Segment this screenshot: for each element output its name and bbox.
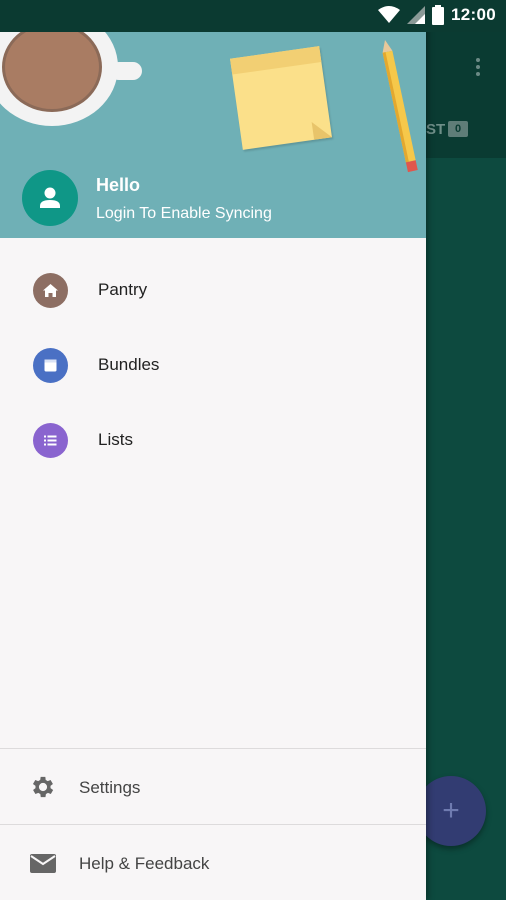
- nav-item-label: Pantry: [98, 280, 148, 299]
- divider: [0, 748, 426, 749]
- signal-icon: [407, 6, 426, 24]
- pencil-illustration: [380, 38, 418, 174]
- drawer-header[interactable]: Hello Login To Enable Syncing: [0, 0, 426, 238]
- background-tab-count: 0: [448, 121, 468, 137]
- settings-item[interactable]: Settings: [0, 757, 426, 817]
- nav-item-pantry[interactable]: Pantry: [0, 254, 426, 326]
- bundle-icon: [33, 348, 68, 383]
- wifi-icon: [378, 6, 401, 23]
- greeting-title: Hello: [96, 175, 141, 195]
- avatar[interactable]: [22, 170, 78, 226]
- nav-item-lists[interactable]: Lists: [0, 404, 426, 476]
- home-icon: [33, 273, 68, 308]
- add-fab-button[interactable]: +: [416, 776, 486, 846]
- sticky-note-illustration: [230, 46, 332, 150]
- mail-icon: [28, 849, 58, 877]
- settings-label: Settings: [79, 778, 141, 797]
- login-prompt[interactable]: Login To Enable Syncing: [96, 205, 272, 223]
- divider: [0, 824, 426, 825]
- gear-icon: [28, 773, 58, 801]
- nav-item-bundles[interactable]: Bundles: [0, 329, 426, 401]
- help-feedback-item[interactable]: Help & Feedback: [0, 833, 426, 893]
- nav-item-label: Bundles: [98, 355, 160, 374]
- navigation-drawer: Hello Login To Enable Syncing Pantry Bun…: [0, 0, 426, 900]
- clock: 12:00: [451, 5, 496, 24]
- list-icon: [33, 423, 68, 458]
- overflow-menu-icon[interactable]: [470, 56, 486, 80]
- help-feedback-label: Help & Feedback: [79, 854, 210, 873]
- status-icons: 12:00: [378, 5, 496, 25]
- person-icon: [40, 187, 60, 208]
- background-tab-label: ST: [426, 121, 446, 138]
- battery-icon: [432, 5, 445, 25]
- nav-item-label: Lists: [98, 430, 133, 449]
- status-bar: 12:00: [0, 0, 506, 32]
